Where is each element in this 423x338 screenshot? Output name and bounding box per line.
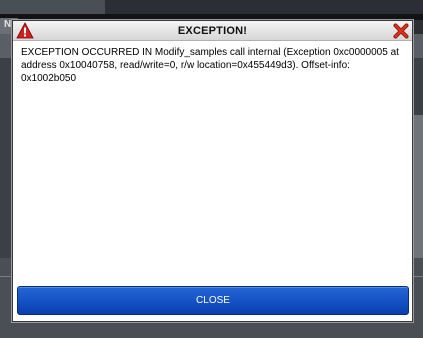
close-button[interactable]: CLOSE	[17, 286, 409, 315]
exception-dialog: EXCEPTION! EXCEPTION OCCURRED IN Modify_…	[12, 20, 413, 322]
close-icon[interactable]	[393, 23, 409, 39]
exception-message: EXCEPTION OCCURRED IN Modify_samples cal…	[21, 47, 399, 84]
background-top-bar	[0, 0, 105, 15]
dialog-title: EXCEPTION!	[177, 25, 248, 37]
background-right-panel	[412, 115, 423, 265]
background-row-letter: N	[4, 19, 12, 30]
warning-icon	[16, 22, 34, 39]
dialog-titlebar: EXCEPTION!	[13, 21, 412, 41]
